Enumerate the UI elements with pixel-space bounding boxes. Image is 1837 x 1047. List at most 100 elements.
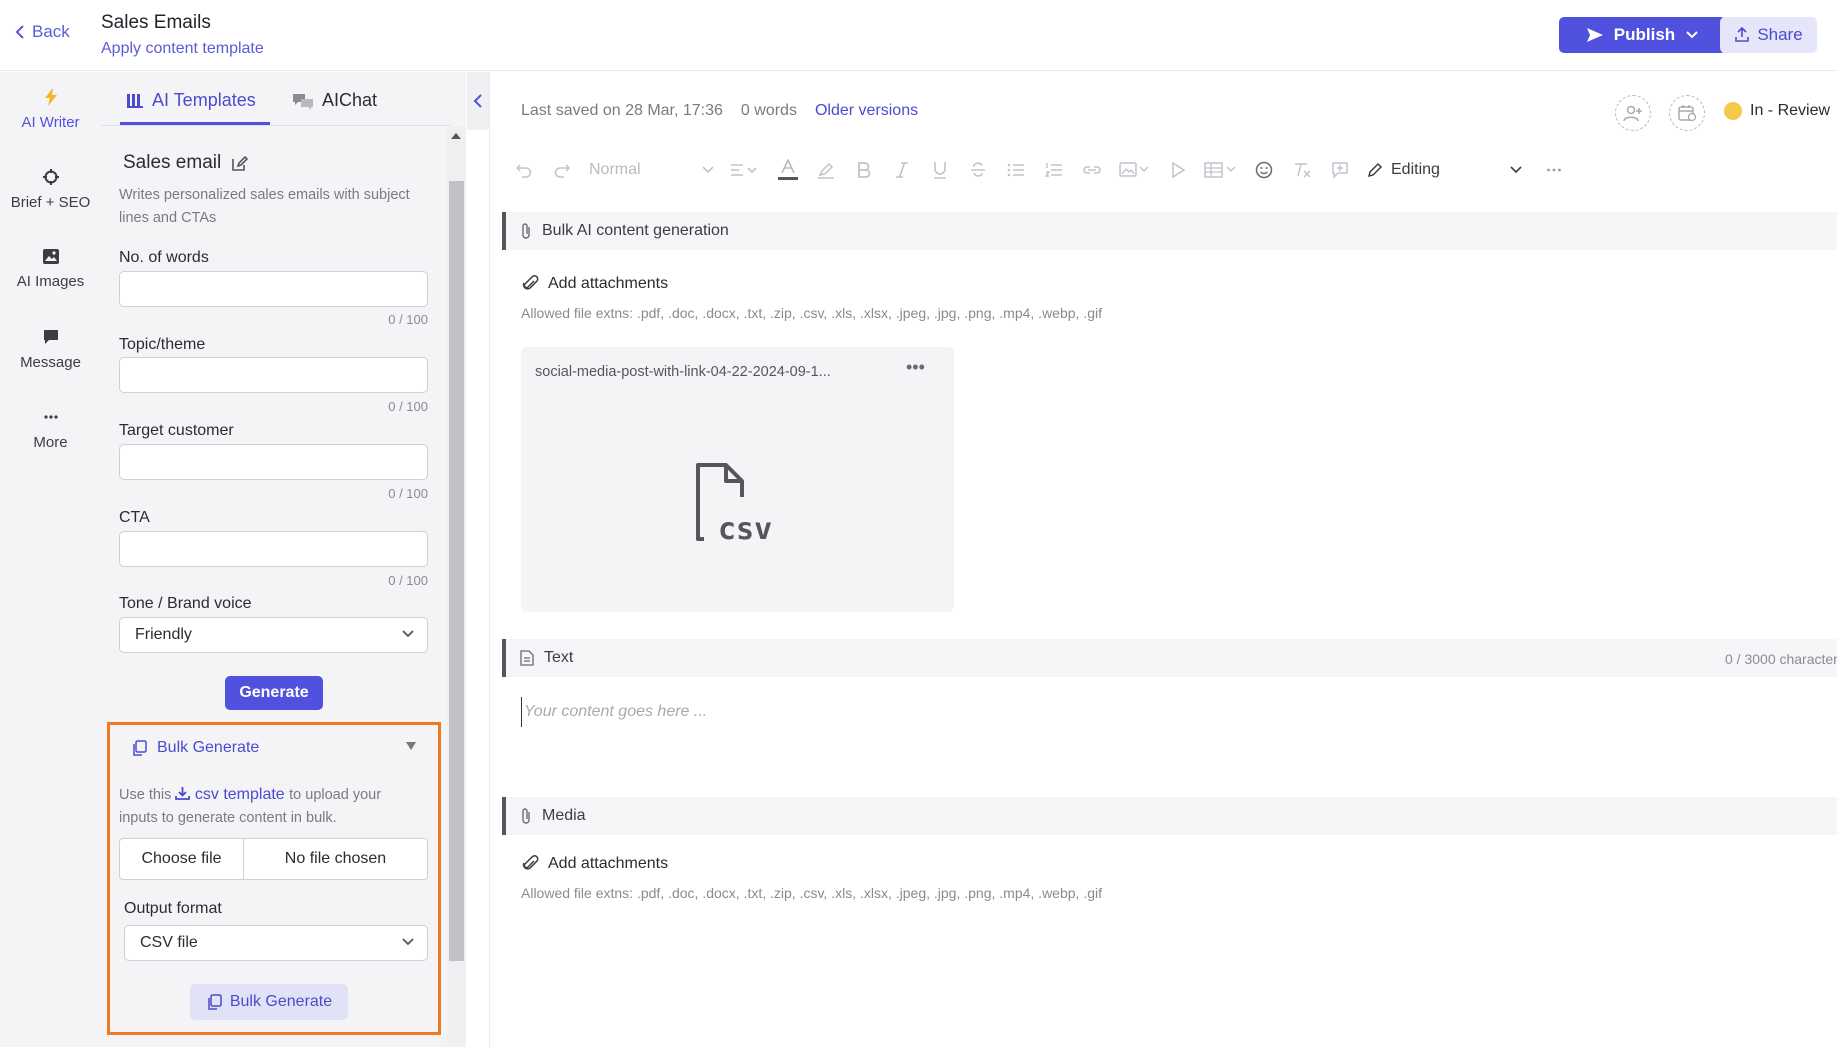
link-icon[interactable] [1073, 152, 1111, 188]
insert-image-icon[interactable] [1111, 152, 1159, 188]
chevron-down-icon[interactable] [1497, 152, 1535, 188]
back-label: Back [32, 22, 70, 41]
choose-file-button[interactable]: Choose file [120, 839, 244, 879]
collapse-panel-button[interactable] [467, 72, 489, 130]
scroll-up-arrow[interactable] [451, 133, 461, 139]
undo-icon[interactable] [505, 152, 543, 188]
redo-icon[interactable] [543, 152, 581, 188]
upload-icon [1735, 27, 1750, 42]
numbered-list-icon[interactable] [1035, 152, 1073, 188]
play-icon[interactable] [1159, 152, 1197, 188]
editing-mode-label: Editing [1391, 161, 1440, 178]
editing-mode-select[interactable]: Editing [1359, 161, 1497, 179]
schedule-button[interactable] [1669, 95, 1705, 131]
share-button[interactable]: Share [1720, 17, 1817, 53]
paperclip-icon [522, 855, 539, 870]
page-title-block: Sales Emails Apply content template [101, 12, 264, 58]
underline-icon[interactable] [921, 152, 959, 188]
template-description: Writes personalized sales emails with su… [119, 187, 410, 226]
section-title: Text [544, 649, 574, 666]
field-label-topic: Topic/theme [119, 336, 206, 353]
attachment-file-name: social-media-post-with-link-04-22-2024-0… [535, 364, 831, 380]
bullet-list-icon[interactable] [997, 152, 1035, 188]
workflow-status[interactable]: In - Review [1724, 102, 1830, 120]
tab-aichat[interactable]: AIChat [292, 90, 377, 111]
panel-divider [489, 72, 490, 1047]
field-label-cta: CTA [119, 509, 150, 526]
chevron-left-icon [473, 94, 482, 108]
active-tab-indicator [120, 122, 270, 125]
allowed-extensions: Allowed file extns: .pdf, .doc, .docx, .… [521, 305, 1102, 321]
chevron-down-icon [402, 938, 414, 946]
more-options-icon[interactable] [1535, 152, 1573, 188]
content-editor[interactable]: Your content goes here ... [521, 697, 1821, 727]
bold-icon[interactable] [845, 152, 883, 188]
file-upload-input[interactable]: Choose file No file chosen [119, 838, 428, 880]
add-media-attachments-button[interactable]: Add attachments [521, 855, 668, 873]
editor-meta: Last saved on 28 Mar, 17:36 0 words Olde… [521, 102, 918, 120]
topic-input[interactable] [119, 357, 428, 393]
words-input[interactable] [119, 271, 428, 307]
section-bulk-ai: Bulk AI content generation [502, 212, 1837, 250]
add-attachments-button[interactable]: Add attachments [521, 275, 668, 293]
output-format-select[interactable]: CSV file [124, 925, 428, 961]
rail-item-message[interactable]: Message [0, 328, 101, 371]
rail-item-brief-seo[interactable]: Brief + SEO [0, 168, 101, 211]
field-label-tone: Tone / Brand voice [119, 595, 252, 612]
paperclip-icon [522, 275, 539, 290]
apply-template-link[interactable]: Apply content template [101, 40, 264, 58]
bulk-generate-toggle[interactable]: Bulk Generate [131, 739, 259, 757]
publish-button[interactable]: Publish [1559, 17, 1726, 53]
csv-template-label: csv template [194, 786, 285, 803]
table-icon[interactable] [1197, 152, 1245, 188]
file-name-label: No file chosen [284, 850, 387, 867]
tone-select[interactable]: Friendly [119, 617, 428, 653]
clear-format-icon[interactable] [1283, 152, 1321, 188]
generate-button[interactable]: Generate [225, 676, 323, 710]
add-attachments-label: Add attachments [548, 855, 669, 872]
attachment-menu-button[interactable]: ••• [906, 357, 925, 378]
bulk-desc-prefix: Use this [119, 787, 172, 803]
tab-ai-templates[interactable]: AI Templates [126, 90, 256, 111]
text-color-icon[interactable] [769, 152, 807, 188]
paperclip-icon [522, 223, 530, 239]
rail-item-ai-writer[interactable]: AI Writer [0, 88, 101, 131]
bulk-generate-button[interactable]: Bulk Generate [190, 984, 348, 1020]
copy-icon [133, 740, 147, 756]
back-button[interactable]: Back [14, 22, 70, 42]
attachment-card[interactable]: social-media-post-with-link-04-22-2024-0… [521, 347, 954, 612]
character-count: 0 / 3000 characters [1725, 651, 1837, 667]
emoji-icon[interactable] [1245, 152, 1283, 188]
comment-icon[interactable] [1321, 152, 1359, 188]
lightning-icon [44, 88, 57, 106]
csv-template-link[interactable]: csv template [175, 786, 289, 803]
rail-item-more[interactable]: More [0, 408, 101, 451]
words-count: 0 / 100 [388, 312, 428, 327]
align-icon[interactable] [721, 152, 769, 188]
left-rail: AI Writer Brief + SEO AI Images Message … [0, 72, 101, 1047]
csv-file-type: csv [718, 512, 772, 543]
highlight-icon[interactable] [807, 152, 845, 188]
add-collaborator-button[interactable] [1615, 95, 1651, 131]
edit-icon[interactable] [231, 155, 249, 172]
target-customer-input[interactable] [119, 444, 428, 480]
collapse-caret-icon[interactable] [406, 742, 416, 750]
editor-toolbar: Normal Editing [505, 152, 1573, 188]
paragraph-style-select[interactable]: Normal [581, 152, 721, 188]
rail-label: Brief + SEO [10, 194, 91, 211]
strikethrough-icon[interactable] [959, 152, 997, 188]
allowed-extensions: Allowed file extns: .pdf, .doc, .docx, .… [521, 885, 1102, 901]
italic-icon[interactable] [883, 152, 921, 188]
chevron-down-icon [702, 166, 714, 174]
rail-label: Message [20, 354, 81, 371]
template-title-text: Sales email [123, 152, 222, 173]
panel-scroll-thumb[interactable] [449, 181, 464, 961]
send-icon [1586, 28, 1603, 42]
bulk-description: Use this csv template to upload your inp… [119, 783, 419, 830]
cta-input[interactable] [119, 531, 428, 567]
add-attachments-label: Add attachments [548, 275, 669, 292]
last-saved: Last saved on 28 Mar, 17:36 [521, 102, 723, 119]
rail-item-ai-images[interactable]: AI Images [0, 248, 101, 290]
section-title: Bulk AI content generation [542, 222, 729, 239]
older-versions-link[interactable]: Older versions [815, 102, 918, 120]
